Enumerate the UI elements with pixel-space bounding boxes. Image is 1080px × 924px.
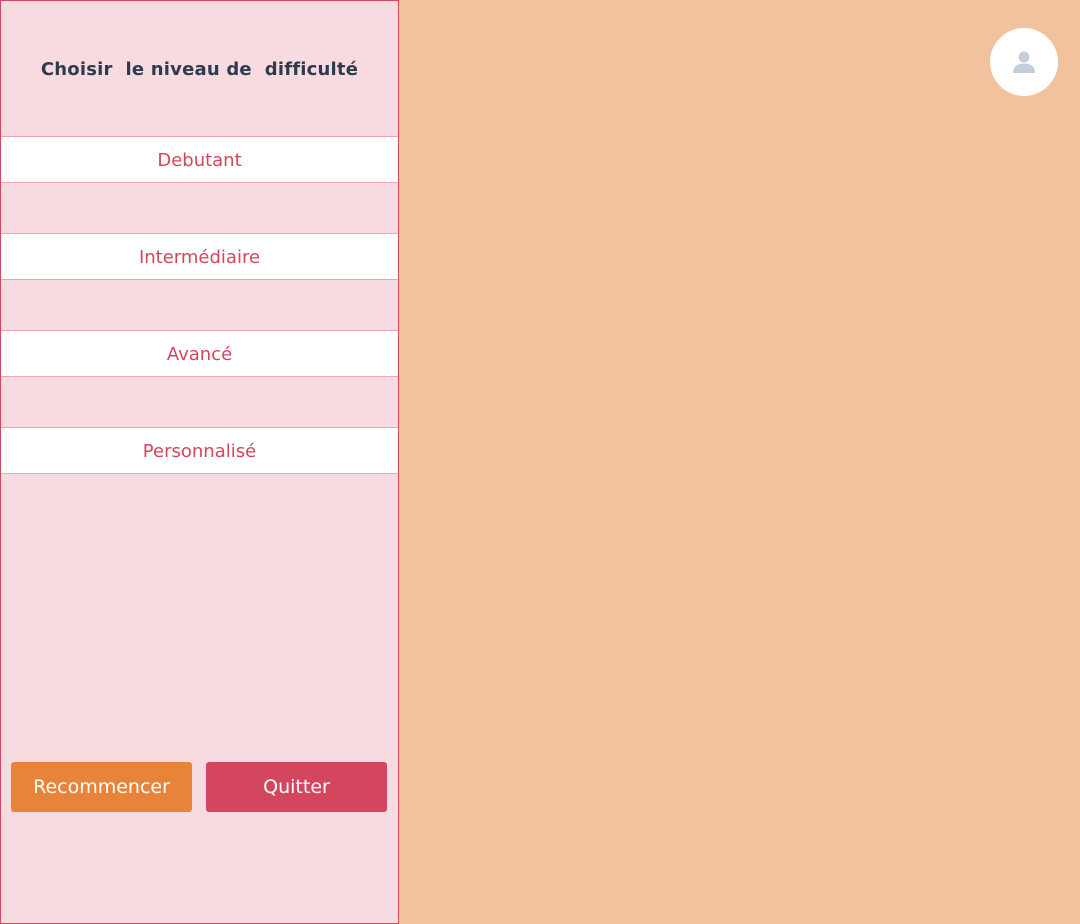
level-option-avance[interactable]: Avancé: [1, 330, 398, 377]
level-option-intermediaire[interactable]: Intermédiaire: [1, 233, 398, 280]
avatar[interactable]: [990, 28, 1058, 96]
level-option-personnalise[interactable]: Personnalisé: [1, 427, 398, 474]
quit-button[interactable]: Quitter: [206, 762, 387, 812]
level-option-label: Debutant: [157, 150, 242, 171]
level-option-label: Avancé: [166, 344, 233, 365]
level-option-label: Personnalisé: [142, 441, 257, 462]
level-option-label: Intermédiaire: [138, 247, 261, 268]
user-icon: [1013, 51, 1035, 73]
restart-button[interactable]: Recommencer: [11, 762, 192, 812]
level-option-debutant[interactable]: Debutant: [1, 136, 398, 183]
sidebar-title: Choisir le niveau de difficulté: [40, 59, 359, 80]
